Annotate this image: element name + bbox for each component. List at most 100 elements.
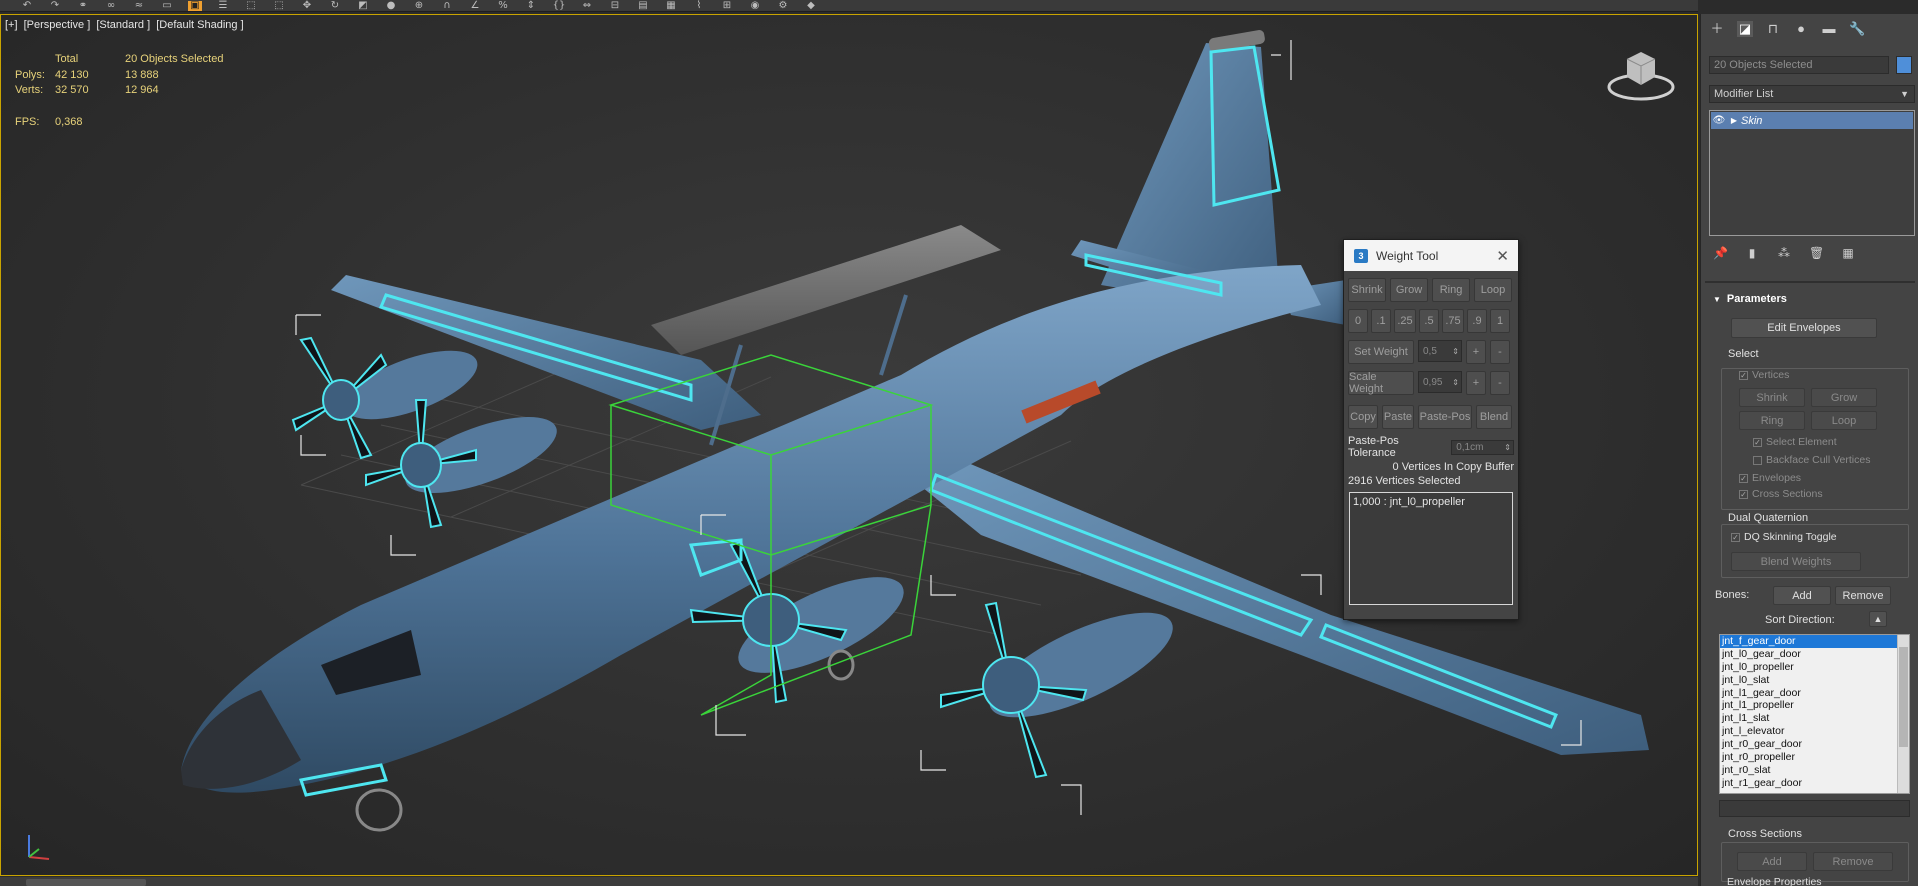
pin-stack-icon[interactable]: 📌 xyxy=(1713,246,1728,260)
wt-scale-weight-spinner[interactable]: 0,95 xyxy=(1418,371,1462,393)
dq-skinning-toggle-checkbox[interactable]: ✓ DQ Skinning Toggle xyxy=(1731,531,1837,543)
remove-modifier-icon[interactable]: 🗑 xyxy=(1809,246,1824,260)
create-tab-icon[interactable]: ＋ xyxy=(1709,21,1725,37)
wt-shrink-button[interactable]: Shrink xyxy=(1348,278,1386,302)
parameters-rollout-header[interactable]: ▼ Parameters xyxy=(1705,290,1915,308)
hierarchy-tab-icon[interactable]: ⊓ xyxy=(1765,21,1781,37)
undo-icon[interactable]: ↶ xyxy=(20,0,34,11)
bones-list[interactable]: jnt_f_gear_door jnt_l0_gear_door jnt_l0_… xyxy=(1719,634,1910,794)
rect-selection-icon[interactable]: ⬚ xyxy=(244,0,258,11)
bind-spacewarp-icon[interactable]: ≈ xyxy=(132,0,146,11)
list-item[interactable]: jnt_f_gear_door xyxy=(1720,635,1909,648)
remove-bone-button[interactable]: Remove xyxy=(1835,586,1891,605)
ribbon-icon[interactable]: ▦ xyxy=(664,0,678,11)
wt-set-weight-minus-button[interactable]: - xyxy=(1490,340,1510,364)
cross-sections-checkbox[interactable]: ✓ Cross Sections xyxy=(1739,488,1823,500)
render-icon[interactable]: ◆ xyxy=(804,0,818,11)
make-unique-icon[interactable]: ⁂ xyxy=(1777,246,1791,260)
stack-item-skin[interactable]: 👁 ▶ Skin xyxy=(1711,112,1913,129)
bone-name-field[interactable] xyxy=(1719,800,1910,817)
object-name-field[interactable]: 20 Objects Selected xyxy=(1709,56,1889,74)
edit-envelopes-button[interactable]: Edit Envelopes xyxy=(1731,318,1877,338)
render-setup-icon[interactable]: ⚙ xyxy=(776,0,790,11)
viewport-shading-mode[interactable]: [Default Shading ] xyxy=(156,19,243,31)
show-end-result-icon[interactable]: ▮ xyxy=(1745,246,1759,260)
list-item[interactable]: 1,000 : jnt_l0_propeller xyxy=(1353,496,1509,508)
shrink-button[interactable]: Shrink xyxy=(1739,388,1805,407)
viewcube[interactable] xyxy=(1607,43,1675,105)
material-editor-icon[interactable]: ◉ xyxy=(748,0,762,11)
viewport-label[interactable]: [+] [Perspective ] [Standard ] [Default … xyxy=(5,19,247,31)
pivot-icon[interactable]: ⊕ xyxy=(412,0,426,11)
configure-sets-icon[interactable]: ▦ xyxy=(1841,246,1855,260)
modifier-list-dropdown[interactable]: Modifier List ▼ xyxy=(1709,85,1915,103)
select-by-name-icon[interactable]: ☰ xyxy=(216,0,230,11)
viewport-standard[interactable]: [Standard ] xyxy=(96,19,150,31)
list-item[interactable]: jnt_r0_slat xyxy=(1720,764,1909,777)
envelopes-checkbox[interactable]: ✓ Envelopes xyxy=(1739,472,1801,484)
utilities-tab-icon[interactable]: 🔧 xyxy=(1849,21,1865,37)
object-color-swatch[interactable] xyxy=(1896,56,1912,74)
list-item[interactable]: jnt_l0_slat xyxy=(1720,674,1909,687)
blend-weights-button[interactable]: Blend Weights xyxy=(1731,552,1861,571)
link-icon[interactable]: ⚭ xyxy=(76,0,90,11)
percent-snap-icon[interactable]: % xyxy=(496,0,510,11)
scrollbar-thumb[interactable] xyxy=(1899,647,1908,747)
sort-direction-icon[interactable]: ▲ xyxy=(1869,611,1887,627)
ring-button[interactable]: Ring xyxy=(1739,411,1805,430)
wt-preset-05-button[interactable]: .5 xyxy=(1419,309,1439,333)
list-item[interactable]: jnt_r0_gear_door xyxy=(1720,738,1909,751)
wt-paste-button[interactable]: Paste xyxy=(1382,405,1414,429)
list-item[interactable]: jnt_r0_propeller xyxy=(1720,751,1909,764)
window-crossing-icon[interactable]: ⬚ xyxy=(272,0,286,11)
wt-preset-1-button[interactable]: 1 xyxy=(1490,309,1510,333)
schematic-icon[interactable]: ⊞ xyxy=(720,0,734,11)
align-icon[interactable]: ⊟ xyxy=(608,0,622,11)
cross-section-remove-button[interactable]: Remove xyxy=(1813,852,1893,871)
selection-filter-icon[interactable]: ▭ xyxy=(160,0,174,11)
wt-blend-button[interactable]: Blend xyxy=(1476,405,1512,429)
wt-set-weight-spinner[interactable]: 0,5 xyxy=(1418,340,1462,362)
wt-set-weight-plus-button[interactable]: + xyxy=(1466,340,1486,364)
wt-paste-pos-tolerance-spinner[interactable]: 0,1cm xyxy=(1451,439,1514,455)
move-icon[interactable]: ✥ xyxy=(300,0,314,11)
list-item[interactable]: jnt_l0_propeller xyxy=(1720,661,1909,674)
rotate-icon[interactable]: ↻ xyxy=(328,0,342,11)
placement-icon[interactable]: ● xyxy=(384,0,398,11)
wt-weights-list[interactable]: 1,000 : jnt_l0_propeller xyxy=(1349,492,1513,605)
wt-scale-weight-minus-button[interactable]: - xyxy=(1490,371,1510,395)
cross-section-add-button[interactable]: Add xyxy=(1737,852,1807,871)
viewport-menu-plus[interactable]: [+] xyxy=(5,19,18,31)
wt-grow-button[interactable]: Grow xyxy=(1390,278,1428,302)
list-item[interactable]: jnt_l0_gear_door xyxy=(1720,648,1909,661)
mirror-icon[interactable]: ⇔ xyxy=(580,0,594,11)
snap-icon[interactable]: ∩ xyxy=(440,0,454,11)
scale-icon[interactable]: ◩ xyxy=(356,0,370,11)
angle-snap-icon[interactable]: ∠ xyxy=(468,0,482,11)
viewport-point-of-view[interactable]: [Perspective ] xyxy=(24,19,91,31)
list-item[interactable]: jnt_l1_propeller xyxy=(1720,699,1909,712)
list-item[interactable]: jnt_l1_gear_door xyxy=(1720,687,1909,700)
layer-explorer-icon[interactable]: ▤ xyxy=(636,0,650,11)
select-element-checkbox[interactable]: ✓ Select Element xyxy=(1753,436,1837,448)
wt-loop-button[interactable]: Loop xyxy=(1474,278,1512,302)
modifier-stack[interactable]: 👁 ▶ Skin xyxy=(1709,110,1915,236)
backface-cull-checkbox[interactable]: Backface Cull Vertices xyxy=(1753,454,1870,466)
weight-tool-titlebar[interactable]: 3 Weight Tool ✕ xyxy=(1344,240,1518,271)
wt-scale-weight-button[interactable]: Scale Weight xyxy=(1348,371,1414,395)
wt-preset-01-button[interactable]: .1 xyxy=(1371,309,1391,333)
bottom-tab[interactable] xyxy=(26,879,146,886)
curve-editor-icon[interactable]: ⌇ xyxy=(692,0,706,11)
eye-icon[interactable]: 👁 xyxy=(1711,115,1727,126)
grow-button[interactable]: Grow xyxy=(1811,388,1877,407)
list-item[interactable]: jnt_l1_slat xyxy=(1720,712,1909,725)
vertices-checkbox[interactable]: ✓ Vertices xyxy=(1739,369,1789,381)
list-item[interactable]: jnt_l_elevator xyxy=(1720,725,1909,738)
unlink-icon[interactable]: ∞ xyxy=(104,0,118,11)
display-tab-icon[interactable]: ▬ xyxy=(1821,21,1837,37)
close-icon[interactable]: ✕ xyxy=(1496,247,1509,265)
bones-list-scrollbar[interactable] xyxy=(1897,635,1909,793)
select-object-icon[interactable]: ▣ xyxy=(188,0,202,11)
expand-triangle-icon[interactable]: ▶ xyxy=(1727,116,1741,125)
wt-preset-025-button[interactable]: .25 xyxy=(1394,309,1416,333)
